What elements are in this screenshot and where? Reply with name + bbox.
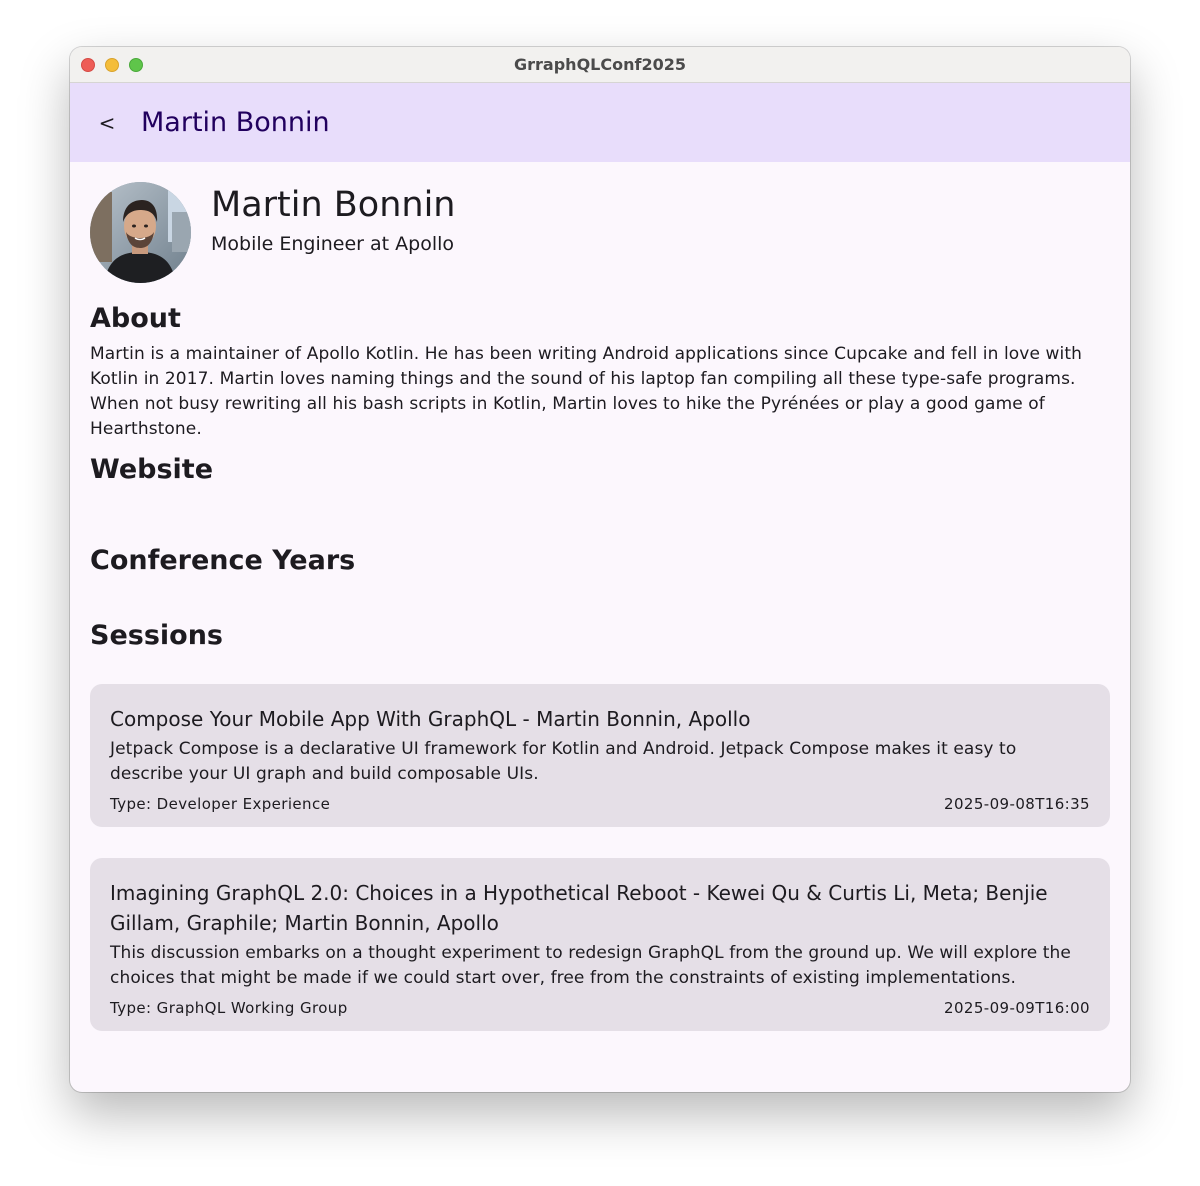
sessions-heading: Sessions	[90, 620, 223, 651]
back-button[interactable]: <	[92, 105, 122, 141]
session-meta: Type: Developer Experience 2025-09-08T16…	[110, 793, 1090, 815]
window-titlebar: GrraphQLConf2025	[70, 47, 1130, 83]
session-time: 2025-09-08T16:35	[944, 795, 1090, 813]
session-type: Type: GraphQL Working Group	[110, 999, 348, 1017]
session-description: This discussion embarks on a thought exp…	[110, 943, 1071, 988]
session-meta: Type: GraphQL Working Group 2025-09-09T1…	[110, 997, 1090, 1019]
speaker-photo-icon	[90, 182, 191, 283]
session-description: Jetpack Compose is a declarative UI fram…	[110, 739, 1017, 784]
website-heading: Website	[90, 454, 214, 485]
avatar	[90, 182, 191, 283]
back-icon: <	[98, 111, 116, 135]
session-card[interactable]: Imagining GraphQL 2.0: Choices in a Hypo…	[90, 858, 1110, 1031]
session-title: Imagining GraphQL 2.0: Choices in a Hypo…	[110, 881, 1048, 935]
speaker-role: Mobile Engineer at Apollo	[211, 233, 455, 255]
app-window: GrraphQLConf2025 < Martin Bonnin Martin …	[70, 47, 1130, 1092]
speaker-detail-content: Martin Bonnin Mobile Engineer at Apollo …	[70, 162, 1130, 1031]
about-heading: About	[90, 303, 181, 334]
sessions-list: Compose Your Mobile App With GraphQL - M…	[90, 684, 1110, 1031]
speaker-name: Martin Bonnin	[211, 185, 456, 225]
conference-years-heading: Conference Years	[90, 545, 356, 576]
session-type: Type: Developer Experience	[110, 795, 331, 813]
speaker-header: Martin Bonnin Mobile Engineer at Apollo	[90, 162, 1110, 283]
about-text: Martin is a maintainer of Apollo Kotlin.…	[90, 344, 1082, 439]
session-card[interactable]: Compose Your Mobile App With GraphQL - M…	[90, 684, 1110, 827]
top-app-bar: < Martin Bonnin	[70, 83, 1130, 162]
window-title: GrraphQLConf2025	[514, 55, 686, 74]
session-title: Compose Your Mobile App With GraphQL - M…	[110, 707, 751, 731]
session-time: 2025-09-09T16:00	[944, 999, 1090, 1017]
app-bar-title: Martin Bonnin	[141, 107, 330, 138]
